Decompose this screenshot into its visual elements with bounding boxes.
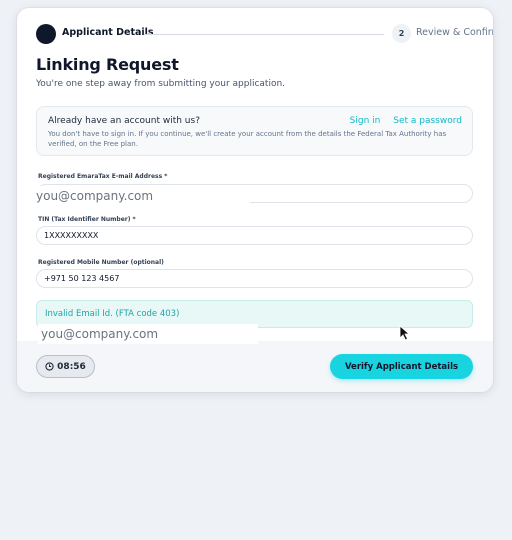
mouse-cursor-icon [399,325,411,341]
timer-value: 08:56 [57,361,86,372]
tin-field[interactable]: 1XXXXXXXXX [36,226,473,245]
sign-in-link[interactable]: Sign in [350,116,381,126]
mobile-label: Registered Mobile Number (optional) [38,259,164,266]
step-connector [144,34,384,35]
verify-applicant-details-button[interactable]: Verify Applicant Details [330,354,473,379]
linking-request-card: Applicant Details 2 Review & Confirm Lin… [17,8,493,392]
step-2-indicator: 2 [392,24,411,43]
account-question: Already have an account with us? [48,116,200,126]
set-password-link[interactable]: Set a password [393,116,462,126]
email-placeholder[interactable]: you@company.com [34,186,250,210]
step-2-label: Review & Confirm [416,27,493,38]
page-subtitle: You're one step away from submitting you… [36,79,286,89]
email-placeholder-overlay: you@company.com [38,324,258,344]
step-1-indicator [36,24,56,44]
countdown-timer: 08:56 [36,355,95,378]
clock-icon [45,362,54,371]
stepper: Applicant Details 2 Review & Confirm [36,24,493,44]
account-info-box: Already have an account with us? Sign in… [36,106,473,156]
error-message: Invalid Email Id. (FTA code 403) [45,309,180,319]
page-title: Linking Request [36,55,179,74]
card-footer: 08:56 Verify Applicant Details [17,341,493,392]
step-1-label: Applicant Details [62,27,154,38]
mobile-field[interactable]: +971 50 123 4567 [36,269,473,288]
email-label: Registered EmaraTax E-mail Address * [38,173,168,180]
account-links: Sign in Set a password [340,116,462,126]
tin-label: TIN (Tax Identifier Number) * [38,216,136,223]
account-info-text: You don't have to sign in. If you contin… [48,130,447,148]
